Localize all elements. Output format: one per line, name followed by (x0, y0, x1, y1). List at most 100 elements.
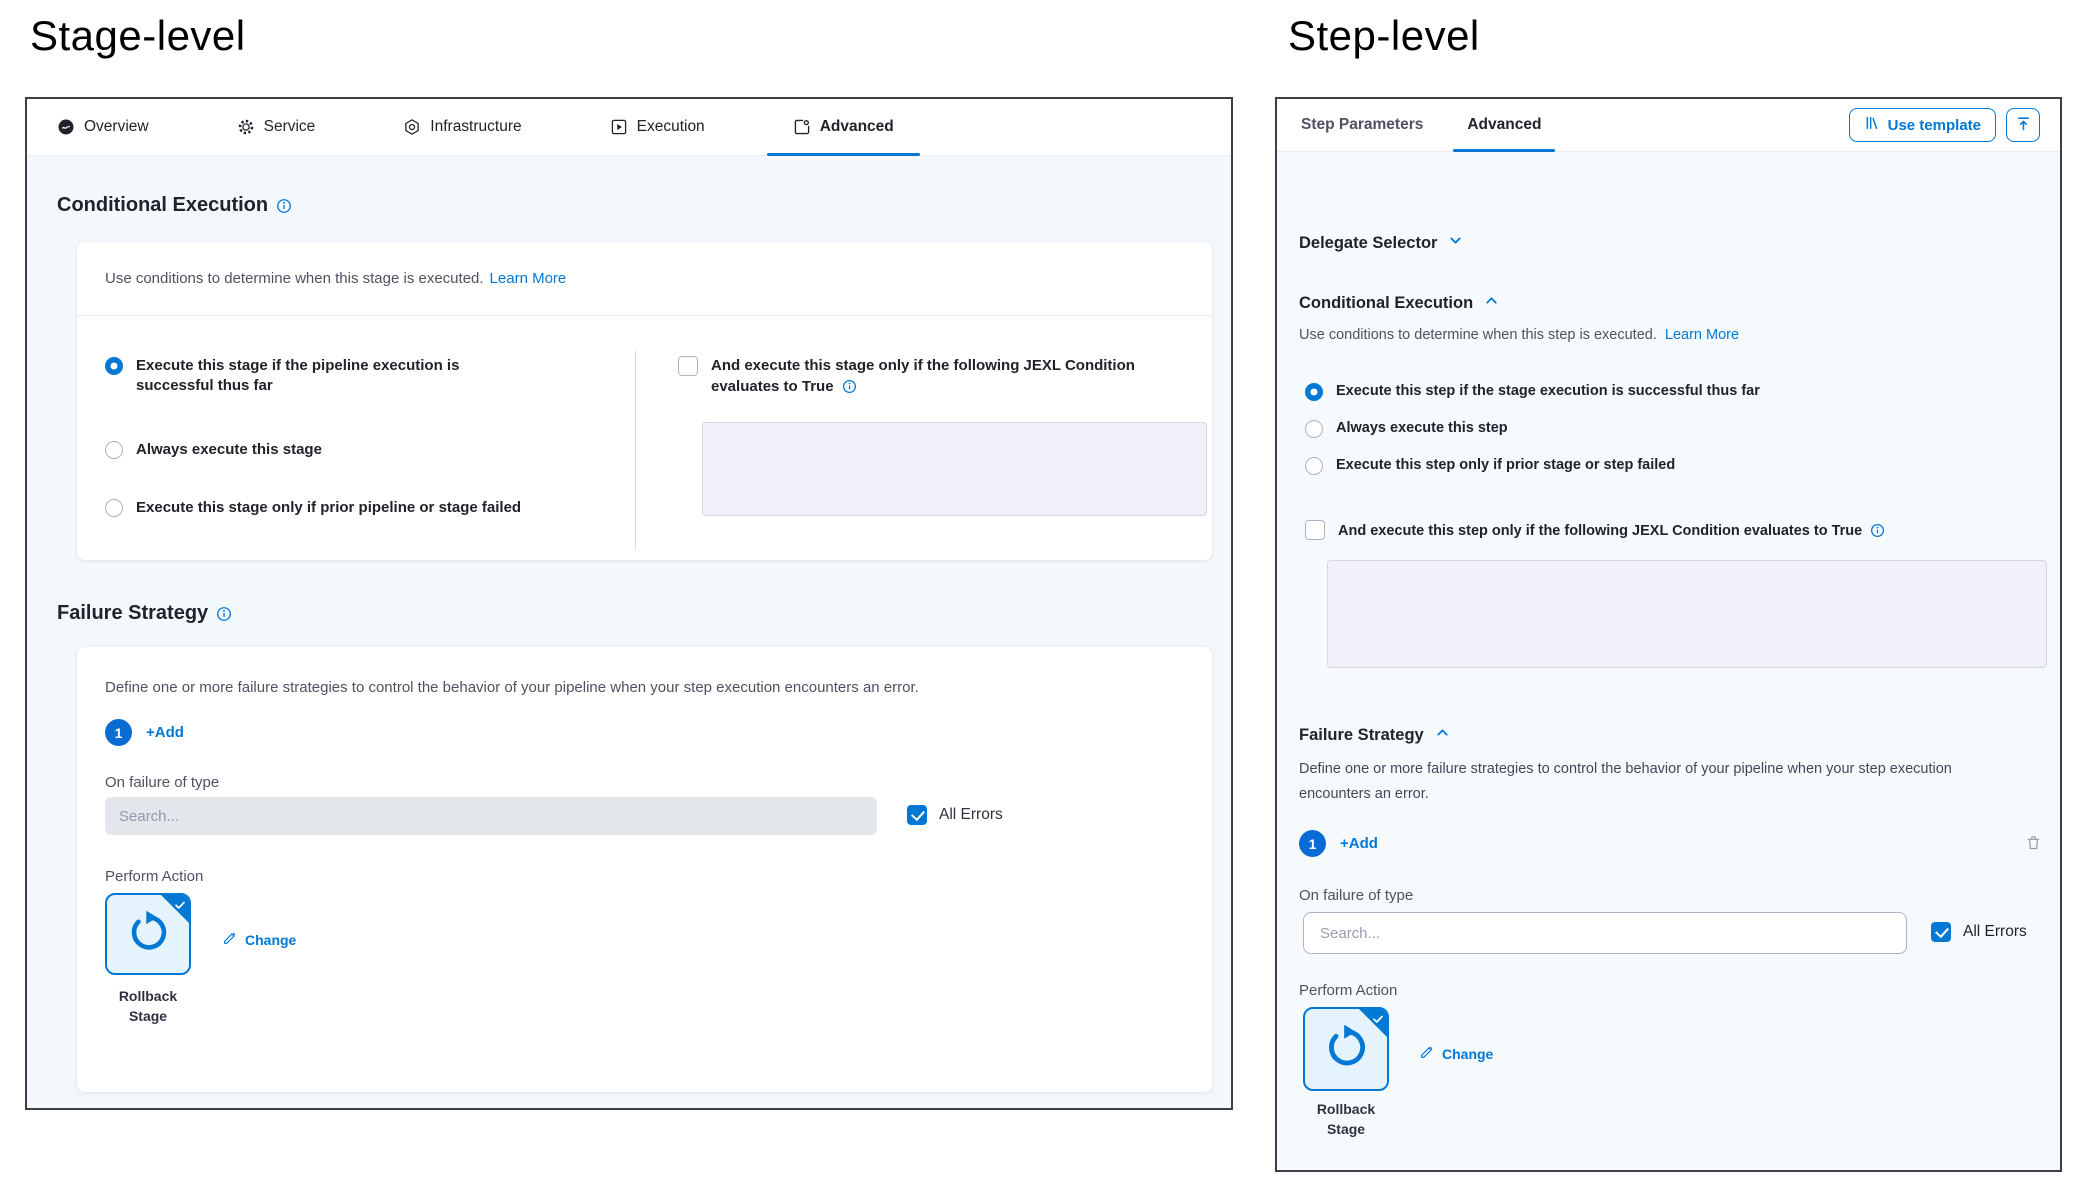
tab-label: Overview (84, 118, 149, 136)
info-icon[interactable] (1870, 523, 1885, 538)
failure-strategy-description: Define one or more failure strategies to… (105, 679, 1155, 696)
radio-unselected[interactable] (105, 441, 123, 459)
trash-icon (2025, 838, 2042, 855)
radio-label: Always execute this step (1336, 419, 1508, 439)
all-errors-checkbox[interactable] (1931, 922, 1951, 942)
radio-label: Execute this step if the stage execution… (1336, 382, 1760, 402)
advanced-icon (793, 118, 811, 136)
heading-text: Conditional Execution (1299, 294, 1473, 313)
step-panel: Step Parameters Advanced Use template De… (1275, 97, 2062, 1172)
gear-icon (237, 118, 255, 136)
radio-unselected[interactable] (1305, 457, 1323, 475)
radio-selected[interactable] (1305, 383, 1323, 401)
failure-strategy-description: Define one or more failure strategies to… (1299, 757, 1989, 808)
tab-infrastructure[interactable]: Infrastructure (403, 99, 521, 155)
jexl-label: And execute this stage only if the follo… (711, 356, 1181, 398)
pencil-icon (1419, 1044, 1435, 1063)
radio-label: Always execute this stage (136, 440, 322, 460)
column-divider (635, 350, 636, 550)
template-library-icon (1864, 115, 1880, 135)
description-text: Use conditions to determine when this st… (105, 270, 484, 287)
change-action-link[interactable]: Change (222, 930, 296, 949)
radio-selected[interactable] (105, 357, 123, 375)
play-box-icon (610, 118, 628, 136)
step-content: Delegate Selector Conditional Execution … (1277, 152, 2060, 1170)
chevron-up-icon (1434, 724, 1451, 746)
change-label: Change (245, 932, 296, 948)
info-icon[interactable] (216, 606, 232, 622)
strategy-selector-row: 1 +Add (1299, 830, 1378, 857)
tab-actions: Use template (1849, 108, 2040, 142)
perform-action-label: Perform Action (105, 868, 203, 885)
radio-label: Execute this step only if prior stage or… (1336, 456, 1675, 476)
info-icon[interactable] (276, 198, 292, 214)
radio-label: Execute this stage if the pipeline execu… (136, 356, 466, 397)
use-template-label: Use template (1888, 117, 1981, 134)
stage-content: Conditional Execution Use conditions to … (27, 156, 1231, 1108)
info-icon[interactable] (842, 379, 857, 394)
conditional-execution-card: Use conditions to determine when this st… (77, 242, 1212, 560)
add-strategy-button[interactable]: +Add (1340, 835, 1378, 852)
add-strategy-button[interactable]: +Add (146, 724, 184, 741)
radio-unselected[interactable] (105, 499, 123, 517)
overview-icon (57, 118, 75, 136)
conditional-execution-description-row: Use conditions to determine when this st… (77, 242, 1212, 316)
jexl-checkbox[interactable] (678, 356, 698, 376)
all-errors-label: All Errors (1963, 923, 2027, 941)
tab-overview[interactable]: Overview (57, 99, 149, 155)
radio-option-always-execute[interactable]: Always execute this step (1305, 419, 1508, 439)
tab-label: Execution (637, 118, 705, 136)
radio-option-stage-success[interactable]: Execute this step if the stage execution… (1305, 382, 1760, 402)
tab-execution[interactable]: Execution (610, 99, 705, 155)
jexl-condition-textarea[interactable] (702, 422, 1207, 516)
tab-advanced[interactable]: Advanced (793, 99, 894, 155)
jexl-condition-textarea[interactable] (1327, 560, 2047, 668)
rollback-action-label: Rollback Stage (1297, 1100, 1395, 1139)
failure-type-search-input[interactable] (105, 797, 877, 835)
strategy-badge[interactable]: 1 (105, 719, 132, 746)
stage-panel: Overview Service Infrastructure Executio… (25, 97, 1233, 1110)
heading-text: Conditional Execution (57, 194, 268, 217)
stage-tabbar: Overview Service Infrastructure Executio… (27, 99, 1231, 156)
upload-button[interactable] (2006, 108, 2040, 142)
learn-more-link[interactable]: Learn More (490, 270, 567, 287)
conditional-execution-heading[interactable]: Conditional Execution (1299, 292, 1500, 314)
radio-unselected[interactable] (1305, 420, 1323, 438)
all-errors-checkbox[interactable] (907, 805, 927, 825)
tab-advanced[interactable]: Advanced (1467, 99, 1541, 151)
radio-option-pipeline-success[interactable]: Execute this stage if the pipeline execu… (105, 356, 466, 397)
tab-label: Infrastructure (430, 118, 521, 136)
rollback-action-card[interactable] (1303, 1007, 1389, 1091)
tab-step-parameters[interactable]: Step Parameters (1301, 99, 1423, 151)
delegate-selector-heading[interactable]: Delegate Selector (1299, 232, 1464, 254)
conditional-execution-heading: Conditional Execution (57, 194, 292, 217)
delete-strategy-button[interactable] (2025, 834, 2042, 856)
jexl-checkbox[interactable] (1305, 520, 1325, 540)
jexl-condition-group: And execute this stage only if the follo… (678, 356, 1208, 516)
heading-text: Failure Strategy (1299, 726, 1424, 745)
tab-label: Step Parameters (1301, 116, 1423, 134)
all-errors-label: All Errors (939, 806, 1003, 824)
jexl-label: And execute this step only if the follow… (1338, 520, 1885, 542)
strategy-badge[interactable]: 1 (1299, 830, 1326, 857)
all-errors-row[interactable]: All Errors (1931, 922, 2027, 942)
on-failure-label: On failure of type (105, 774, 219, 791)
jexl-checkbox-row[interactable]: And execute this step only if the follow… (1305, 520, 2045, 542)
failure-strategy-heading[interactable]: Failure Strategy (1299, 724, 1451, 746)
tab-label: Advanced (1467, 116, 1541, 134)
radio-option-prior-failed[interactable]: Execute this stage only if prior pipelin… (105, 498, 521, 518)
learn-more-link[interactable]: Learn More (1665, 327, 1739, 343)
radio-option-prior-failed[interactable]: Execute this step only if prior stage or… (1305, 456, 1675, 476)
tab-service[interactable]: Service (237, 99, 316, 155)
failure-type-search-input[interactable] (1303, 912, 1907, 954)
use-template-button[interactable]: Use template (1849, 108, 1996, 142)
change-action-link[interactable]: Change (1419, 1044, 1493, 1063)
check-icon (1372, 1012, 1384, 1024)
jexl-label-text: And execute this stage only if the follo… (711, 357, 1135, 395)
radio-option-always-execute[interactable]: Always execute this stage (105, 440, 322, 460)
description-text: Use conditions to determine when this st… (1299, 327, 1657, 343)
rollback-action-label: Rollback Stage (99, 987, 197, 1026)
all-errors-row[interactable]: All Errors (907, 805, 1003, 825)
jexl-checkbox-row[interactable]: And execute this stage only if the follo… (678, 356, 1208, 398)
rollback-action-card[interactable] (105, 893, 191, 975)
